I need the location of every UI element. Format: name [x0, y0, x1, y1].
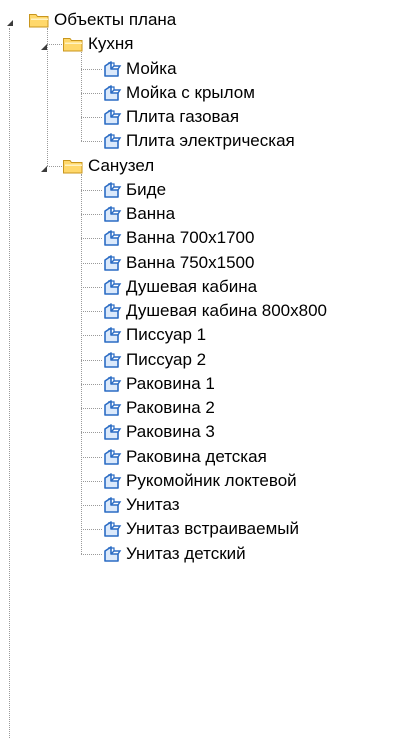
- tree-item[interactable]: Душевая кабина: [0, 275, 416, 299]
- expand-collapse-icon[interactable]: [38, 38, 50, 51]
- block-icon: [102, 495, 122, 520]
- tree-item[interactable]: Ванна: [0, 202, 416, 226]
- tree-item-label: Мойка с крылом: [126, 82, 255, 102]
- tree-item[interactable]: Ванна 700x1700: [0, 226, 416, 250]
- tree-item[interactable]: Раковина 3: [0, 420, 416, 444]
- tree-item[interactable]: Плита газовая: [0, 105, 416, 129]
- tree-item[interactable]: Плита электрическая: [0, 129, 416, 153]
- block-icon: [102, 228, 122, 253]
- tree-item[interactable]: Ванна 750x1500: [0, 251, 416, 275]
- block-icon: [102, 107, 122, 132]
- tree-item-label: Душевая кабина: [126, 276, 258, 296]
- tree-item-label: Кухня: [88, 34, 134, 54]
- block-icon: [102, 422, 122, 447]
- folder-icon: [62, 35, 84, 58]
- tree-item[interactable]: Рукомойник локтевой: [0, 469, 416, 493]
- tree-item-label: Ванна 700x1700: [126, 228, 255, 248]
- block-icon: [102, 544, 122, 569]
- tree-item-label: Санузел: [88, 155, 155, 175]
- tree-item[interactable]: Раковина детская: [0, 445, 416, 469]
- block-icon: [102, 253, 122, 278]
- tree-item-label: Раковина 3: [126, 422, 215, 442]
- tree-item-label: Раковина 1: [126, 373, 215, 393]
- tree-item[interactable]: Мойка с крылом: [0, 81, 416, 105]
- tree-item-label: Ванна: [126, 204, 176, 223]
- tree-item-label: Ванна 750x1500: [126, 252, 255, 272]
- tree-item[interactable]: Унитаз: [0, 493, 416, 517]
- tree-item[interactable]: Унитаз встраиваемый: [0, 517, 416, 541]
- tree-item-label: Рукомойник локтевой: [126, 470, 297, 490]
- tree-view: Объекты плана Кухня Мойка Мойка с крылом Пли…: [0, 0, 416, 738]
- tree-item-label: Писсуар 2: [126, 349, 207, 369]
- tree-item-label: Плита электрическая: [126, 131, 295, 151]
- tree-item-label: Душевая кабина 800x800: [126, 301, 327, 320]
- block-icon: [102, 180, 122, 205]
- block-icon: [102, 277, 122, 302]
- tree-item[interactable]: Раковина 1: [0, 372, 416, 396]
- block-icon: [102, 325, 122, 350]
- block-icon: [102, 131, 122, 156]
- block-icon: [102, 301, 122, 326]
- tree-item[interactable]: Душевая кабина 800x800: [0, 299, 416, 323]
- tree-item-label: Унитаз встраиваемый: [126, 519, 299, 539]
- block-icon: [102, 204, 122, 229]
- folder-icon: [28, 11, 50, 34]
- folder-icon: [62, 157, 84, 180]
- tree-item-label: Плита газовая: [126, 107, 240, 126]
- block-icon: [102, 374, 122, 399]
- tree-item-label: Писсуар 1: [126, 325, 207, 345]
- block-icon: [102, 59, 122, 84]
- block-icon: [102, 398, 122, 423]
- expand-collapse-icon[interactable]: [38, 160, 50, 172]
- tree-item-label: Биде: [126, 179, 167, 199]
- tree-item[interactable]: Писсуар 2: [0, 348, 416, 372]
- tree-folder-объекты-плана[interactable]: Объекты плана: [0, 8, 416, 32]
- block-icon: [102, 519, 122, 544]
- tree-item-label: Объекты плана: [54, 10, 177, 29]
- tree-item-label: Раковина 2: [126, 398, 215, 417]
- tree-item[interactable]: Мойка: [0, 57, 416, 81]
- tree-item[interactable]: Биде: [0, 178, 416, 202]
- block-icon: [102, 83, 122, 108]
- tree-folder-кухня[interactable]: Кухня: [0, 32, 416, 56]
- block-icon: [102, 471, 122, 496]
- tree-item-label: Раковина детская: [126, 446, 267, 466]
- block-icon: [102, 350, 122, 375]
- block-icon: [102, 447, 122, 472]
- tree-item-label: Унитаз: [126, 495, 180, 514]
- tree-folder-санузел[interactable]: Санузел: [0, 154, 416, 178]
- tree-item[interactable]: Унитаз детский: [0, 542, 416, 566]
- tree-item-label: Унитаз детский: [126, 543, 246, 563]
- tree-item-label: Мойка: [126, 58, 177, 78]
- tree-item[interactable]: Писсуар 1: [0, 323, 416, 347]
- tree-item[interactable]: Раковина 2: [0, 396, 416, 420]
- expand-collapse-icon[interactable]: [4, 14, 16, 27]
